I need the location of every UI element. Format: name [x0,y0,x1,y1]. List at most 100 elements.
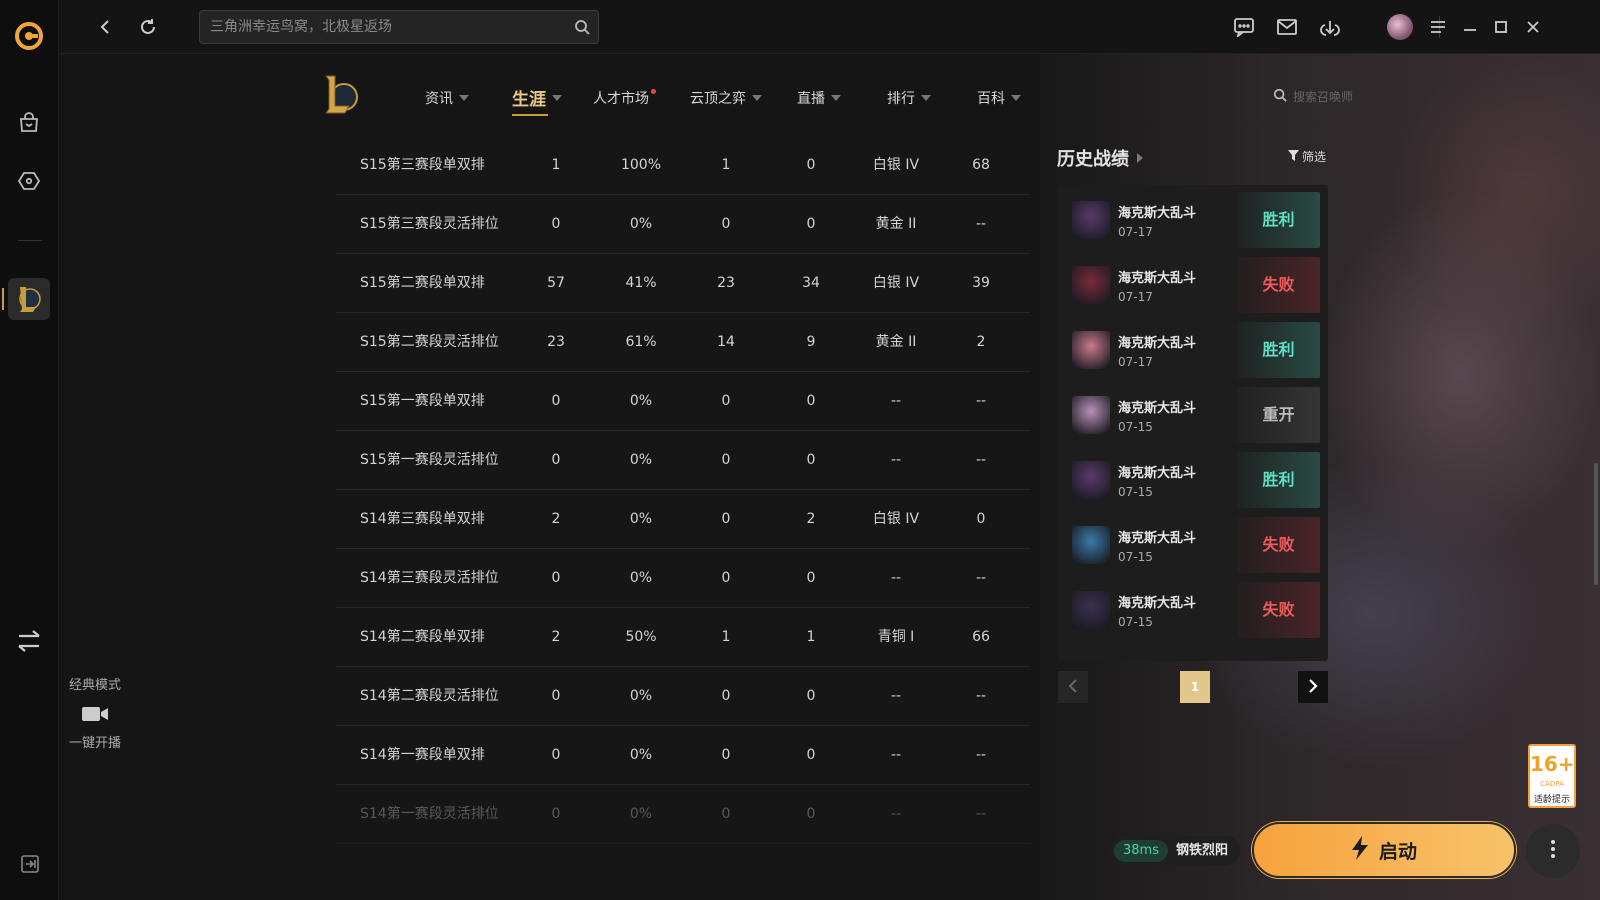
match-item[interactable]: 海克斯大乱斗 07-15 重开 [1066,385,1320,445]
filter-button[interactable]: 筛选 [1288,148,1326,165]
global-search-input[interactable] [210,11,550,43]
cell-wins: 0 [721,216,731,232]
live-stream-label[interactable]: 一键开播 [60,732,130,751]
cell-rate: 0% [629,452,653,468]
page-scrollbar[interactable] [1594,463,1598,585]
video-camera-icon [80,707,110,728]
cell-wins: 0 [721,747,731,763]
match-history-header[interactable]: 历史战绩 [1057,145,1143,171]
table-row: S14第三赛段灵活排位 0 0% 0 0 -- -- [336,548,1030,608]
cell-lp: 2 [976,334,986,350]
match-item[interactable]: 海克斯大乱斗 07-17 失败 [1066,255,1320,315]
cell-tier: 黄金 II [875,334,917,350]
lol-logo-icon[interactable] [323,73,359,117]
classic-mode-label[interactable]: 经典模式 [60,674,130,693]
match-item[interactable]: 海克斯大乱斗 07-15 失败 [1066,515,1320,575]
back-arrow-icon[interactable] [91,13,119,41]
lol-game-tile[interactable] [8,278,50,320]
match-mode: 海克斯大乱斗 [1118,206,1197,221]
live-stream-button[interactable] [60,704,130,728]
table-row: S15第二赛段单双排 57 41% 23 34 白银 IV 39 [336,253,1030,313]
page-number-button[interactable]: 1 [1180,671,1210,703]
match-item[interactable]: 海克斯大乱斗 07-15 失败 [1066,580,1320,640]
cell-wins: 0 [721,393,731,409]
collapse-sidebar-icon[interactable] [20,854,40,874]
cell-tier: 白银 IV [872,157,920,173]
close-icon[interactable] [1519,13,1547,41]
cell-lp: -- [975,570,987,586]
match-result: 胜利 [1237,192,1320,248]
cell-lp: -- [975,452,987,468]
match-date: 07-17 [1118,355,1153,369]
nav-ranking[interactable]: 排行 [887,88,931,108]
match-list: 海克斯大乱斗 07-17 胜利 海克斯大乱斗 07-17 失败 海克斯大乱斗 07-17 胜利海… [1058,185,1328,661]
cell-losses: 0 [806,570,816,586]
nav-live[interactable]: 直播 [797,88,841,108]
ping-value: 38ms [1114,840,1168,862]
nav-career[interactable]: 生涯 [512,85,562,116]
cell-games: 0 [551,747,561,763]
global-search [199,10,599,44]
cell-losses: 0 [806,393,816,409]
match-item[interactable]: 海克斯大乱斗 07-17 胜利 [1066,190,1320,250]
summoner-search-placeholder[interactable]: 搜索召唤师 [1293,88,1353,105]
cell-rate: 0% [629,688,653,704]
nav-talent-market[interactable]: 人才市场 [593,88,660,108]
match-mode: 海克斯大乱斗 [1118,596,1197,611]
mail-icon[interactable] [1273,13,1301,41]
cell-name: S15第三赛段灵活排位 [360,216,499,232]
cell-wins: 0 [721,806,731,822]
cell-losses: 0 [806,216,816,232]
nav-tft[interactable]: 云顶之弈 [690,88,762,108]
table-row: S15第一赛段灵活排位 0 0% 0 0 -- -- [336,430,1030,490]
cell-games: 0 [551,393,561,409]
menu-icon[interactable] [1424,13,1452,41]
cell-rate: 61% [625,334,657,350]
match-date: 07-17 [1118,290,1153,304]
cell-tier: -- [890,747,902,763]
server-status[interactable]: 38ms 钢铁烈阳 [1110,836,1240,866]
launch-game-button[interactable]: 启动 [1252,822,1516,878]
chat-bubble-icon[interactable] [1230,13,1258,41]
cell-name: S14第三赛段灵活排位 [360,570,499,586]
cell-rate: 0% [629,806,653,822]
maximize-icon[interactable] [1487,13,1515,41]
prev-page-button[interactable] [1058,671,1088,703]
cell-name: S14第二赛段灵活排位 [360,688,499,704]
search-icon[interactable] [574,19,590,39]
download-icon[interactable] [1316,13,1344,41]
match-result: 失败 [1237,257,1320,313]
chevron-down-icon [459,95,469,101]
age-rating-hint: 适龄提示 [1533,795,1570,805]
cell-games: 0 [551,570,561,586]
cell-games: 23 [547,334,565,350]
match-mode: 海克斯大乱斗 [1118,336,1197,351]
cell-wins: 0 [721,570,731,586]
filter-funnel-icon [1288,149,1299,164]
match-date: 07-15 [1118,485,1153,499]
next-page-button[interactable] [1298,671,1328,703]
table-row: S14第一赛段单双排 0 0% 0 0 -- -- [336,725,1030,785]
chevron-down-icon [921,95,931,101]
cell-tier: -- [890,806,902,822]
game-library-icon[interactable] [14,166,44,196]
chevron-down-icon [831,95,841,101]
classic-mode-switch[interactable] [0,628,64,658]
refresh-icon[interactable] [134,13,162,41]
nav-news[interactable]: 资讯 [425,88,469,108]
cell-games: 57 [547,275,565,291]
match-item[interactable]: 海克斯大乱斗 07-15 胜利 [1066,450,1320,510]
cell-lp: 66 [972,629,990,645]
summoner-search[interactable]: 搜索召唤师 [1273,88,1403,105]
wegame-logo-icon[interactable] [14,21,44,51]
more-options-button[interactable] [1526,824,1580,878]
user-avatar[interactable] [1387,14,1413,40]
cell-games: 1 [551,157,561,173]
cell-rate: 41% [625,275,657,291]
match-item[interactable]: 海克斯大乱斗 07-17 胜利 [1066,320,1320,380]
rail-divider [18,240,42,241]
store-bag-icon[interactable] [14,108,44,138]
nav-wiki[interactable]: 百科 [977,88,1021,108]
minimize-icon[interactable] [1456,13,1484,41]
cell-tier: 白银 IV [872,511,920,527]
